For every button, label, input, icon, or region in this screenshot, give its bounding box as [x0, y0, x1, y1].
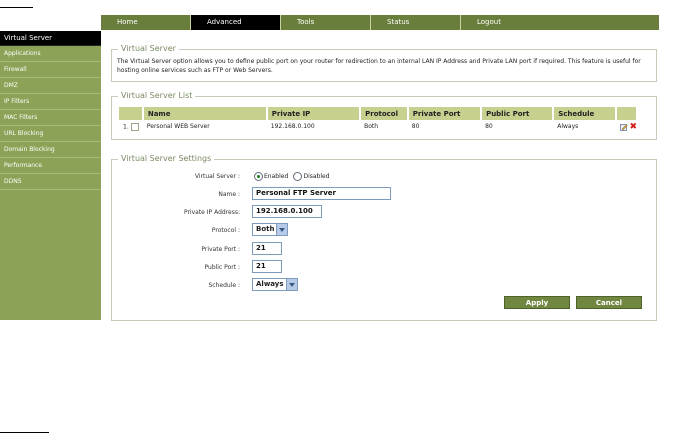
row-index-cell: 1. [119, 120, 143, 133]
row-private-port: 80 [411, 123, 420, 130]
schedule-row: Schedule : Always [112, 278, 652, 292]
row-actions: ✖ [616, 120, 637, 133]
tab-tools[interactable]: Tools [281, 15, 371, 30]
row-private-ip: 192.168.0.100 [270, 123, 315, 130]
settings-legend: Virtual Server Settings [118, 154, 215, 163]
private-ip-input[interactable]: 192.168.0.100 [252, 205, 322, 218]
list-legend: Virtual Server List [118, 91, 196, 100]
header-private-ip: Private IP [266, 107, 362, 120]
table-header-row: Name Private IP Protocol Private Port Pu… [119, 107, 639, 120]
enabled-label: Enabled [264, 173, 289, 180]
edit-icon[interactable] [619, 123, 628, 131]
tab-home[interactable]: Home [101, 15, 191, 30]
bottom-divider [0, 432, 49, 433]
row-protocol: Both [364, 123, 379, 130]
name-label: Name : [218, 191, 240, 198]
row-schedule: Always [557, 123, 579, 130]
row-name: Personal WEB Server [146, 123, 210, 130]
row-public-port: 80 [485, 123, 493, 130]
tab-status[interactable]: Status [371, 15, 461, 30]
sidebar-item-dmz[interactable]: DMZ [0, 78, 101, 94]
chevron-down-icon [276, 224, 287, 235]
private-ip-row: Private IP Address: 192.168.0.100 [112, 205, 652, 219]
chevron-down-icon [286, 279, 297, 290]
sidebar-item-mac-filters[interactable]: MAC Filters [0, 110, 101, 126]
intro-legend: Virtual Server [118, 44, 179, 53]
private-port-label: Private Port : [201, 246, 240, 253]
header-public-port: Public Port [481, 107, 555, 120]
schedule-value: Always [256, 280, 284, 288]
header-schedule: Schedule [553, 107, 617, 120]
sidebar-item-url-blocking[interactable]: URL Blocking [0, 126, 101, 142]
intro-description: The Virtual Server option allows you to … [117, 58, 641, 74]
virtual-server-list-panel: Virtual Server List Name Private IP Prot… [111, 91, 657, 140]
public-port-input[interactable]: 21 [252, 260, 282, 273]
delete-icon[interactable]: ✖ [629, 122, 637, 132]
sidebar-item-firewall[interactable]: Firewall [0, 62, 101, 78]
tab-advanced[interactable]: Advanced [191, 15, 281, 30]
protocol-value: Both [256, 225, 275, 233]
row-checkbox[interactable] [130, 122, 139, 131]
schedule-label: Schedule : [208, 282, 241, 289]
table-row: 1. Personal WEB Server 192.168.0.100 Bot… [119, 120, 637, 133]
tab-logout[interactable]: Logout [461, 15, 551, 30]
virtual-server-intro-panel: Virtual Server The Virtual Server option… [111, 44, 657, 82]
protocol-select[interactable]: Both [252, 223, 288, 236]
name-row: Name : Personal FTP Server [112, 187, 652, 201]
header-private-port: Private Port [407, 107, 483, 120]
row-index: 1. [123, 123, 129, 130]
sidebar-item-ip-filters[interactable]: IP Filters [0, 94, 101, 110]
cancel-button[interactable]: Cancel [576, 296, 642, 309]
virtual-server-table: Name Private IP Protocol Private Port Pu… [119, 107, 639, 133]
virtual-server-label: Virtual Server : [194, 173, 240, 180]
protocol-row: Protocol : Both [112, 223, 652, 237]
schedule-select[interactable]: Always [252, 278, 298, 291]
top-divider [0, 7, 33, 8]
public-port-row: Public Port : 21 [112, 260, 652, 274]
header-name: Name [142, 107, 268, 120]
sidebar-item-virtual-server[interactable]: Virtual Server [0, 31, 101, 46]
protocol-label: Protocol : [211, 227, 240, 234]
apply-button[interactable]: Apply [504, 296, 570, 309]
name-input[interactable]: Personal FTP Server [252, 187, 391, 200]
header-protocol: Protocol [360, 107, 409, 120]
virtual-server-row: Virtual Server : Enabled Disabled [112, 170, 652, 184]
sidebar-item-domain-blocking[interactable]: Domain Blocking [0, 142, 101, 158]
header-index [119, 107, 144, 120]
header-actions [615, 107, 639, 120]
enabled-radio[interactable] [254, 172, 263, 181]
private-port-input[interactable]: 21 [252, 242, 282, 255]
virtual-server-settings-panel: Virtual Server Settings Virtual Server :… [111, 154, 657, 321]
virtual-server-radio-group: Enabled Disabled [254, 172, 333, 181]
top-navigation: Home Advanced Tools Status Logout [101, 15, 659, 30]
disabled-radio[interactable] [293, 172, 303, 181]
private-ip-label: Private IP Address: [183, 209, 240, 216]
public-port-label: Public Port : [204, 264, 241, 271]
disabled-label: Disabled [303, 173, 330, 180]
sidebar-item-applications[interactable]: Applications [0, 46, 101, 62]
private-port-row: Private Port : 21 [112, 242, 652, 256]
